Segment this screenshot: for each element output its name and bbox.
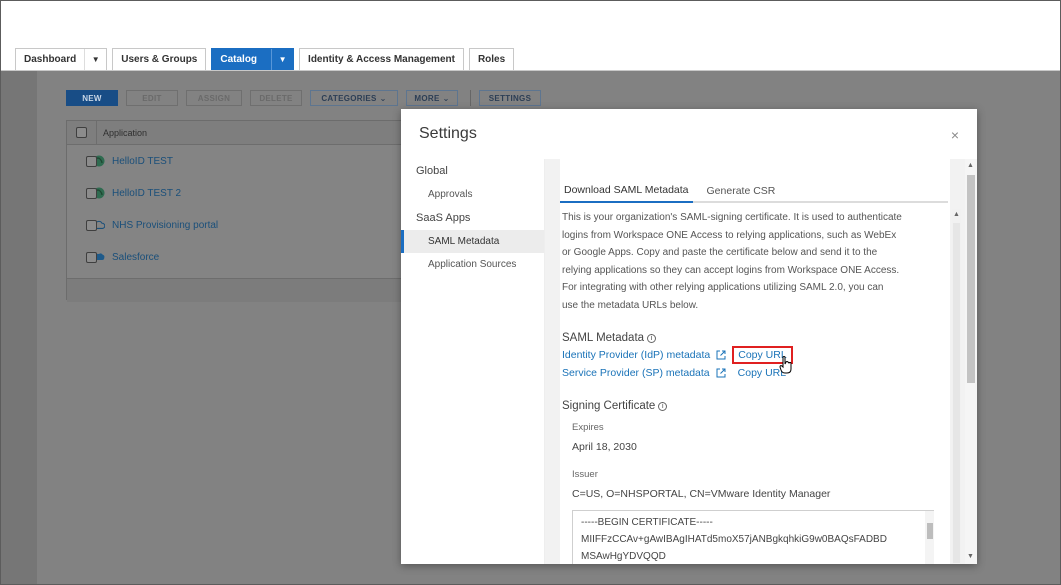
settings-sidebar: Global Approvals SaaS Apps SAML Metadata… xyxy=(401,159,545,564)
sidebar-item-saml-metadata[interactable]: SAML Metadata xyxy=(401,230,544,253)
intro-line: This is your organization's SAML-signing… xyxy=(562,212,902,223)
signing-certificate-heading: Signing Certificate i xyxy=(562,400,934,412)
main-nav: Dashboard ▼ Users & Groups Catalog ▼ Ide… xyxy=(15,48,519,70)
chevron-down-icon: ⌄ xyxy=(442,93,450,103)
nav-tab-roles[interactable]: Roles xyxy=(468,48,515,70)
cert-line: MIIFFzCCAv+gAwIBAgIHATd5moX57jANBgkqhkiG… xyxy=(581,534,887,545)
nav-tab-label: Identity & Access Management xyxy=(308,54,455,65)
categories-label: CATEGORIES xyxy=(321,93,377,103)
settings-button[interactable]: SETTINGS xyxy=(479,90,541,106)
hand-cursor-icon xyxy=(779,356,792,374)
expires-label: Expires xyxy=(572,422,604,433)
nav-tab-dashboard[interactable]: Dashboard ▼ xyxy=(15,48,108,70)
more-dropdown[interactable]: MORE ⌄ xyxy=(406,90,458,106)
close-icon[interactable]: × xyxy=(951,127,959,143)
issuer-value: C=US, O=NHSPORTAL, CN=VMware Identity Ma… xyxy=(572,488,831,500)
certificate-scrollbar[interactable] xyxy=(925,511,934,564)
nav-tab-users-groups[interactable]: Users & Groups xyxy=(112,48,207,70)
saml-metadata-heading: SAML Metadata i xyxy=(562,332,934,344)
top-bar: Dashboard ▼ Users & Groups Catalog ▼ Ide… xyxy=(1,1,1060,71)
scroll-down-icon[interactable]: ▼ xyxy=(967,553,974,560)
app-frame: Dashboard ▼ Users & Groups Catalog ▼ Ide… xyxy=(0,0,1061,585)
chevron-down-icon: ⌄ xyxy=(379,93,387,103)
issuer-label: Issuer xyxy=(572,469,598,480)
intro-text: This is your organization's SAML-signing… xyxy=(562,209,934,314)
toolbar-divider xyxy=(470,90,471,106)
heading-text: SAML Metadata xyxy=(562,332,645,344)
nav-tab-label: Roles xyxy=(477,54,506,65)
expires-value: April 18, 2030 xyxy=(572,441,637,453)
column-divider xyxy=(96,120,97,145)
certificate-textarea[interactable]: -----BEGIN CERTIFICATE----- MIIFFzCCAv+g… xyxy=(572,510,934,564)
delete-button[interactable]: DELETE xyxy=(250,90,302,106)
heading-text: Signing Certificate xyxy=(562,400,656,412)
info-icon[interactable]: i xyxy=(658,401,668,411)
scroll-up-icon[interactable]: ▲ xyxy=(967,162,974,169)
dialog-title: Settings xyxy=(419,125,477,142)
categories-dropdown[interactable]: CATEGORIES ⌄ xyxy=(310,90,398,106)
intro-line: or Google Apps. Copy and paste the certi… xyxy=(562,247,878,258)
tab-generate-csr[interactable]: Generate CSR xyxy=(703,179,780,203)
idp-metadata-link[interactable]: Identity Provider (IdP) metadata xyxy=(562,349,710,361)
app-name-link[interactable]: HelloID TEST xyxy=(112,156,173,167)
sidebar-item-approvals[interactable]: Approvals xyxy=(401,183,544,206)
intro-line: relying applications so they can accept … xyxy=(562,264,900,276)
sidebar-section-global: Global xyxy=(416,165,448,177)
catalog-toolbar: NEW EDIT ASSIGN DELETE CATEGORIES ⌄ MORE… xyxy=(66,90,549,106)
saml-panel: Download SAML Metadata Generate CSR This… xyxy=(560,159,961,564)
app-name-link[interactable]: Salesforce xyxy=(112,252,159,263)
nav-tab-label: Catalog xyxy=(220,54,258,65)
chevron-down-icon[interactable]: ▼ xyxy=(84,49,106,70)
dialog-scrollbar[interactable]: ▲ ▼ xyxy=(965,159,977,564)
edit-button[interactable]: EDIT xyxy=(126,90,178,106)
cert-line: MSAwHgYDVQQD xyxy=(581,551,666,562)
new-button[interactable]: NEW xyxy=(66,90,118,106)
scrollbar-thumb[interactable] xyxy=(967,175,975,383)
app-name-link[interactable]: HelloID TEST 2 xyxy=(112,188,181,199)
idp-metadata-row: Identity Provider (IdP) metadata Copy UR… xyxy=(562,346,934,364)
external-link-icon[interactable] xyxy=(716,350,726,360)
sp-metadata-link[interactable]: Service Provider (SP) metadata xyxy=(562,367,710,379)
intro-line: logins from Workspace ONE Access to rely… xyxy=(562,229,897,241)
sidebar-section-saas-apps: SaaS Apps xyxy=(416,212,471,224)
scroll-up-icon[interactable]: ▲ xyxy=(953,211,960,218)
settings-content: Download SAML Metadata Generate CSR This… xyxy=(545,159,977,564)
scrollbar-thumb[interactable] xyxy=(953,223,960,563)
row-checkbox[interactable] xyxy=(86,187,97,199)
left-gutter xyxy=(1,71,37,584)
cert-line: -----BEGIN CERTIFICATE----- xyxy=(581,517,713,528)
saml-tabs: Download SAML Metadata Generate CSR xyxy=(560,179,948,203)
row-checkbox[interactable] xyxy=(86,155,97,167)
panel-scrollbar[interactable]: ▲ xyxy=(952,209,961,564)
assign-button[interactable]: ASSIGN xyxy=(186,90,242,106)
more-label: MORE xyxy=(414,93,440,103)
nav-tab-identity-access[interactable]: Identity & Access Management xyxy=(299,48,464,70)
sp-metadata-row: Service Provider (SP) metadata Copy URL xyxy=(562,364,934,382)
nav-tab-catalog[interactable]: Catalog ▼ xyxy=(211,48,295,70)
intro-line: For integrating with other relying appli… xyxy=(562,282,884,293)
sidebar-item-application-sources[interactable]: Application Sources xyxy=(401,253,544,276)
chevron-down-icon[interactable]: ▼ xyxy=(271,49,293,70)
tab-download-saml-metadata[interactable]: Download SAML Metadata xyxy=(560,179,693,203)
column-header-application[interactable]: Application xyxy=(103,128,147,138)
select-all-checkbox[interactable] xyxy=(76,127,87,138)
external-link-icon[interactable] xyxy=(716,368,726,378)
saml-panel-body: This is your organization's SAML-signing… xyxy=(562,209,934,564)
row-checkbox[interactable] xyxy=(86,219,97,231)
settings-dialog: Settings × Global Approvals SaaS Apps SA… xyxy=(401,109,977,564)
nav-tab-label: Users & Groups xyxy=(121,54,198,65)
info-icon[interactable]: i xyxy=(647,333,657,343)
intro-line: use the metadata URLs below. xyxy=(562,299,699,311)
app-name-link[interactable]: NHS Provisioning portal xyxy=(112,220,218,231)
row-checkbox[interactable] xyxy=(86,251,97,263)
scrollbar-thumb[interactable] xyxy=(927,523,933,539)
nav-tab-label: Dashboard xyxy=(24,54,77,65)
